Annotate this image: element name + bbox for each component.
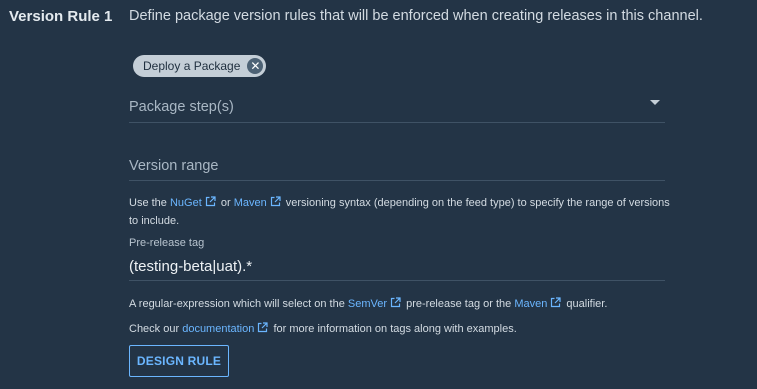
documentation-link[interactable]: documentation [182,323,254,335]
help-text: A regular-expression which will select o… [129,298,345,310]
external-link-icon [390,297,401,308]
prerelease-tag-help: A regular-expression which will select o… [129,295,674,313]
chip-label: Deploy a Package [143,59,241,73]
help-text: Check our [129,323,180,335]
rule-title: Version Rule 1 [9,8,113,25]
help-text: for more information on tags along with … [273,323,517,335]
documentation-help: Check our documentation for more informa… [129,320,674,338]
prerelease-tag-input[interactable]: (testing-beta|uat).* [129,256,665,281]
prerelease-tag-value: (testing-beta|uat).* [129,258,253,275]
nuget-link[interactable]: NuGet [170,197,202,209]
external-link-icon [270,196,281,207]
help-text: pre-release tag or the [406,298,512,310]
semver-link[interactable]: SemVer [348,298,387,310]
package-steps-placeholder: Package step(s) [129,99,234,115]
package-steps-select[interactable]: Package step(s) [129,95,665,123]
help-text: Use the [129,197,167,209]
external-link-icon [205,196,216,207]
version-range-placeholder: Version range [129,158,219,174]
prerelease-tag-label: Pre-release tag [129,237,205,249]
help-text: qualifier. [566,298,608,310]
external-link-icon [550,297,561,308]
version-range-input[interactable]: Version range [129,154,665,181]
package-step-chip: Deploy a Package ✕ [133,55,267,77]
external-link-icon [257,322,268,333]
help-text: or [220,197,231,209]
design-rule-button[interactable]: DESIGN RULE [129,345,229,377]
maven-link[interactable]: Maven [234,197,267,209]
maven-link[interactable]: Maven [514,298,547,310]
version-range-help: Use the NuGet or Maven versioning syntax… [129,194,674,230]
close-icon[interactable]: ✕ [247,58,264,74]
rule-description: Define package version rules that will b… [129,8,703,24]
chevron-down-icon[interactable] [650,100,660,105]
